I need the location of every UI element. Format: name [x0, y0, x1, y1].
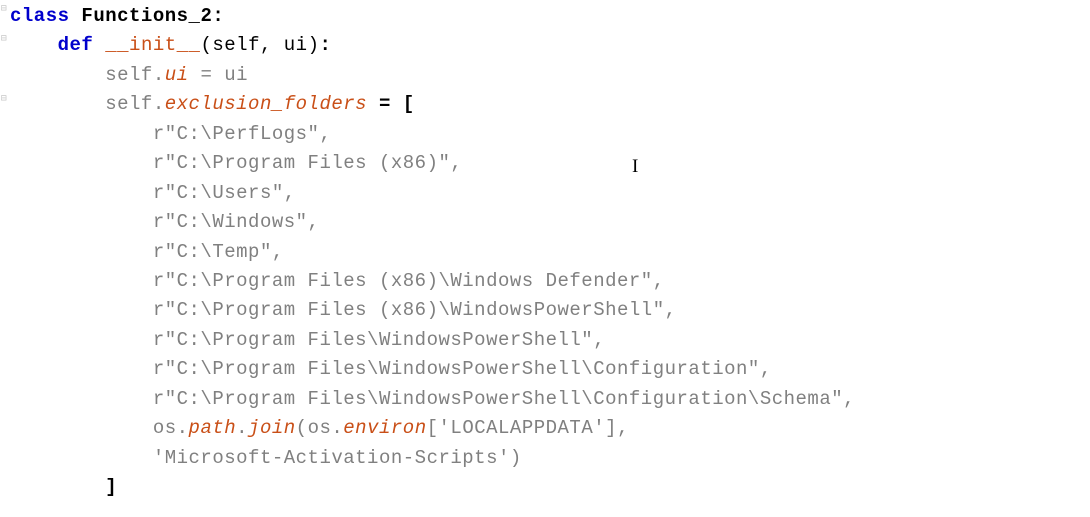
string-literal: r"C:\Program Files\WindowsPowerShell",	[153, 329, 605, 351]
keyword-def: def	[58, 34, 94, 56]
code-editor[interactable]: ⊟ ⊟ ⊟ class Functions_2: def __init__(se…	[0, 2, 1090, 502]
code-line: self.ui = ui	[10, 61, 1090, 90]
equals: =	[367, 93, 403, 115]
class-name: Functions_2	[81, 5, 212, 27]
fold-icon[interactable]: ⊟	[0, 96, 8, 104]
keyword-class: class	[10, 5, 70, 27]
string-literal: r"C:\PerfLogs",	[153, 123, 332, 145]
module-ref: os.	[153, 417, 189, 439]
code-line: r"C:\Program Files (x86)\WindowsPowerShe…	[10, 296, 1090, 325]
code-line: def __init__(self, ui):	[10, 31, 1090, 60]
fold-icon[interactable]: ⊟	[0, 36, 8, 44]
attr: join	[248, 417, 296, 439]
code-line: ]	[10, 473, 1090, 502]
method-name: init	[129, 34, 177, 56]
bracket: [	[427, 417, 439, 439]
string-literal: r"C:\Program Files\WindowsPowerShell\Con…	[153, 388, 855, 410]
string-literal: r"C:\Users",	[153, 182, 296, 204]
bracket-close: ]	[105, 476, 117, 498]
text-cursor-icon: I	[632, 152, 639, 181]
gutter: ⊟ ⊟ ⊟	[0, 2, 10, 502]
bracket-open: [	[403, 93, 415, 115]
code-line: r"C:\Program Files (x86)\Windows Defende…	[10, 267, 1090, 296]
comma: ,	[617, 417, 629, 439]
attr: ui	[165, 64, 189, 86]
bracket: ]	[605, 417, 617, 439]
string-literal: r"C:\Temp",	[153, 241, 284, 263]
code-line: os.path.join(os.environ['LOCALAPPDATA'],	[10, 414, 1090, 443]
self-ref: self.	[105, 64, 165, 86]
code-line: class Functions_2:	[10, 2, 1090, 31]
string-literal: r"C:\Program Files (x86)",	[153, 152, 462, 174]
assign-rhs: = ui	[189, 64, 249, 86]
code-line: r"C:\Program Files (x86)",	[10, 149, 1090, 178]
code-content: class Functions_2: def __init__(self, ui…	[10, 2, 1090, 502]
string-literal: 'LOCALAPPDATA'	[439, 417, 606, 439]
self-ref: self.	[105, 93, 165, 115]
attr: exclusion_folders	[165, 93, 367, 115]
code-line: r"C:\PerfLogs",	[10, 120, 1090, 149]
attr: environ	[343, 417, 426, 439]
fold-icon[interactable]: ⊟	[0, 6, 8, 14]
code-line: r"C:\Program Files\WindowsPowerShell\Con…	[10, 355, 1090, 384]
string-literal: r"C:\Program Files (x86)\WindowsPowerShe…	[153, 299, 677, 321]
string-literal: 'Microsoft-Activation-Scripts')	[153, 447, 522, 469]
dunder: __	[177, 34, 201, 56]
code-line: r"C:\Users",	[10, 179, 1090, 208]
code-line: 'Microsoft-Activation-Scripts')	[10, 444, 1090, 473]
code-line: r"C:\Temp",	[10, 238, 1090, 267]
dunder: __	[105, 34, 129, 56]
string-literal: r"C:\Program Files\WindowsPowerShell\Con…	[153, 358, 772, 380]
code-line: r"C:\Program Files\WindowsPowerShell",	[10, 326, 1090, 355]
code-line: r"C:\Program Files\WindowsPowerShell\Con…	[10, 385, 1090, 414]
code-line: r"C:\Windows",	[10, 208, 1090, 237]
attr: path	[189, 417, 237, 439]
open-paren: (os.	[296, 417, 344, 439]
code-line: self.exclusion_folders = [	[10, 90, 1090, 119]
string-literal: r"C:\Windows",	[153, 211, 320, 233]
string-literal: r"C:\Program Files (x86)\Windows Defende…	[153, 270, 665, 292]
method-args: (self, ui)	[200, 34, 319, 56]
dot: .	[236, 417, 248, 439]
